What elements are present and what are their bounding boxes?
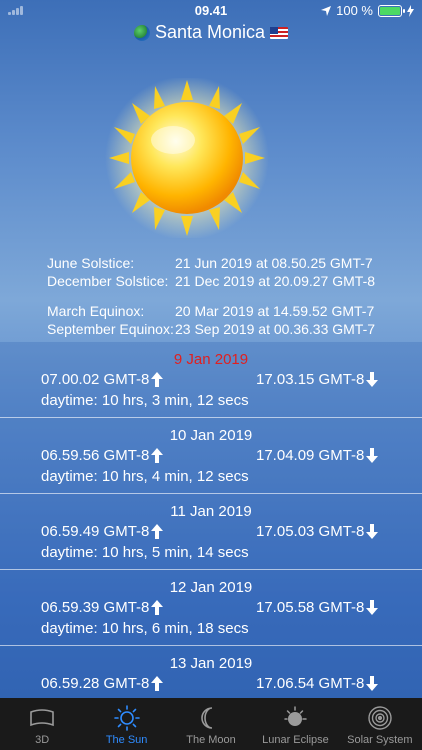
event-value: 23 Sep 2019 at 00.36.33 GMT-7 xyxy=(175,321,376,337)
event-value: 21 Jun 2019 at 08.50.25 GMT-7 xyxy=(175,255,373,271)
sunrise-time: 06.59.56 GMT-8 xyxy=(41,447,164,464)
lunar-eclipse-icon xyxy=(281,704,309,732)
june-solstice-row: June Solstice: 21 Jun 2019 at 08.50.25 G… xyxy=(47,254,375,272)
sunrise-time: 06.59.49 GMT-8 xyxy=(41,523,164,540)
tab-lunar-eclipse[interactable]: Lunar Eclipse xyxy=(253,698,337,750)
march-equinox-row: March Equinox: 20 Mar 2019 at 14.59.52 G… xyxy=(47,302,375,320)
sunset-arrow-icon xyxy=(366,448,379,463)
september-equinox-row: September Equinox: 23 Sep 2019 at 00.36.… xyxy=(47,320,375,338)
city-name: Santa Monica xyxy=(154,22,266,42)
list-item[interactable]: 12 Jan 2019 06.59.39 GMT-8 17.05.58 GMT-… xyxy=(0,570,422,646)
list-item[interactable]: 11 Jan 2019 06.59.49 GMT-8 17.05.03 GMT-… xyxy=(0,494,422,570)
sun-illustration xyxy=(105,78,269,238)
sunset-time: 17.05.03 GMT-8 xyxy=(256,523,379,540)
sunset-time: 17.04.09 GMT-8 xyxy=(256,447,379,464)
tab-the-sun[interactable]: The Sun xyxy=(84,698,168,750)
event-value: 20 Mar 2019 at 14.59.52 GMT-7 xyxy=(175,303,375,319)
daytime-length: daytime: 10 hrs, 6 min, 18 secs xyxy=(41,620,249,637)
day-date: 10 Jan 2019 xyxy=(169,427,253,444)
battery-percent: 100 % xyxy=(336,3,373,18)
sunset-arrow-icon xyxy=(366,676,379,691)
globe-icon xyxy=(133,24,150,41)
3d-icon xyxy=(28,704,56,732)
moon-icon xyxy=(197,704,225,732)
tab-label: 3D xyxy=(35,734,50,746)
list-item[interactable]: 9 Jan 2019 07.00.02 GMT-8 17.03.15 GMT-8… xyxy=(0,342,422,418)
sunrise-arrow-icon xyxy=(151,676,164,691)
list-item[interactable]: 13 Jan 2019 06.59.28 GMT-8 17.06.54 GMT-… xyxy=(0,646,422,698)
sunset-arrow-icon xyxy=(366,372,379,387)
list-item[interactable]: 10 Jan 2019 06.59.56 GMT-8 17.04.09 GMT-… xyxy=(0,418,422,494)
solar-system-icon xyxy=(366,704,394,732)
sunrise-time: 06.59.39 GMT-8 xyxy=(41,599,164,616)
daytime-length: daytime: 10 hrs, 4 min, 12 secs xyxy=(41,468,249,485)
sunset-arrow-icon xyxy=(366,524,379,539)
day-date: 12 Jan 2019 xyxy=(169,579,253,596)
tab-label: Solar System xyxy=(347,734,413,746)
charging-bolt-icon xyxy=(407,4,414,17)
location-header[interactable]: Santa Monica xyxy=(0,22,422,43)
tab-bar: 3D The Sun The Moon Lunar Eclipse Solar … xyxy=(0,698,422,750)
tab-the-moon[interactable]: The Moon xyxy=(169,698,253,750)
event-label: December Solstice: xyxy=(47,273,169,289)
day-date: 13 Jan 2019 xyxy=(169,655,253,672)
tab-label: The Sun xyxy=(105,734,148,746)
sun-icon xyxy=(113,704,141,732)
tab-label: Lunar Eclipse xyxy=(262,734,329,746)
sunrise-time: 07.00.02 GMT-8 xyxy=(41,371,164,388)
tab-solar-system[interactable]: Solar System xyxy=(338,698,422,750)
daytime-length: daytime: 10 hrs, 5 min, 14 secs xyxy=(41,544,249,561)
december-solstice-row: December Solstice: 21 Dec 2019 at 20.09.… xyxy=(47,272,375,290)
sunrise-arrow-icon xyxy=(151,524,164,539)
sunrise-time: 06.59.28 GMT-8 xyxy=(41,675,164,692)
daytime-length: daytime: 10 hrs, 3 min, 12 secs xyxy=(41,392,249,409)
daily-sun-list[interactable]: 9 Jan 2019 07.00.02 GMT-8 17.03.15 GMT-8… xyxy=(0,342,422,698)
event-label: September Equinox: xyxy=(47,321,174,337)
sunset-arrow-icon xyxy=(366,600,379,615)
tab-label: The Moon xyxy=(186,734,236,746)
event-value: 21 Dec 2019 at 20.09.27 GMT-8 xyxy=(175,273,376,289)
solstice-equinox-info: June Solstice: 21 Jun 2019 at 08.50.25 G… xyxy=(47,254,375,338)
day-date: 9 Jan 2019 xyxy=(173,351,249,368)
us-flag-icon xyxy=(270,26,289,39)
location-arrow-icon xyxy=(321,5,332,16)
sunrise-arrow-icon xyxy=(151,600,164,615)
sunrise-arrow-icon xyxy=(151,372,164,387)
event-label: March Equinox: xyxy=(47,303,145,319)
tab-3d[interactable]: 3D xyxy=(0,698,84,750)
sunrise-arrow-icon xyxy=(151,448,164,463)
sunset-time: 17.06.54 GMT-8 xyxy=(256,675,379,692)
sunset-time: 17.05.58 GMT-8 xyxy=(256,599,379,616)
status-bar: 09.41 100 % xyxy=(0,0,422,22)
battery-icon xyxy=(378,4,405,17)
event-label: June Solstice: xyxy=(47,255,135,271)
sunset-time: 17.03.15 GMT-8 xyxy=(256,371,379,388)
day-date: 11 Jan 2019 xyxy=(170,503,252,520)
